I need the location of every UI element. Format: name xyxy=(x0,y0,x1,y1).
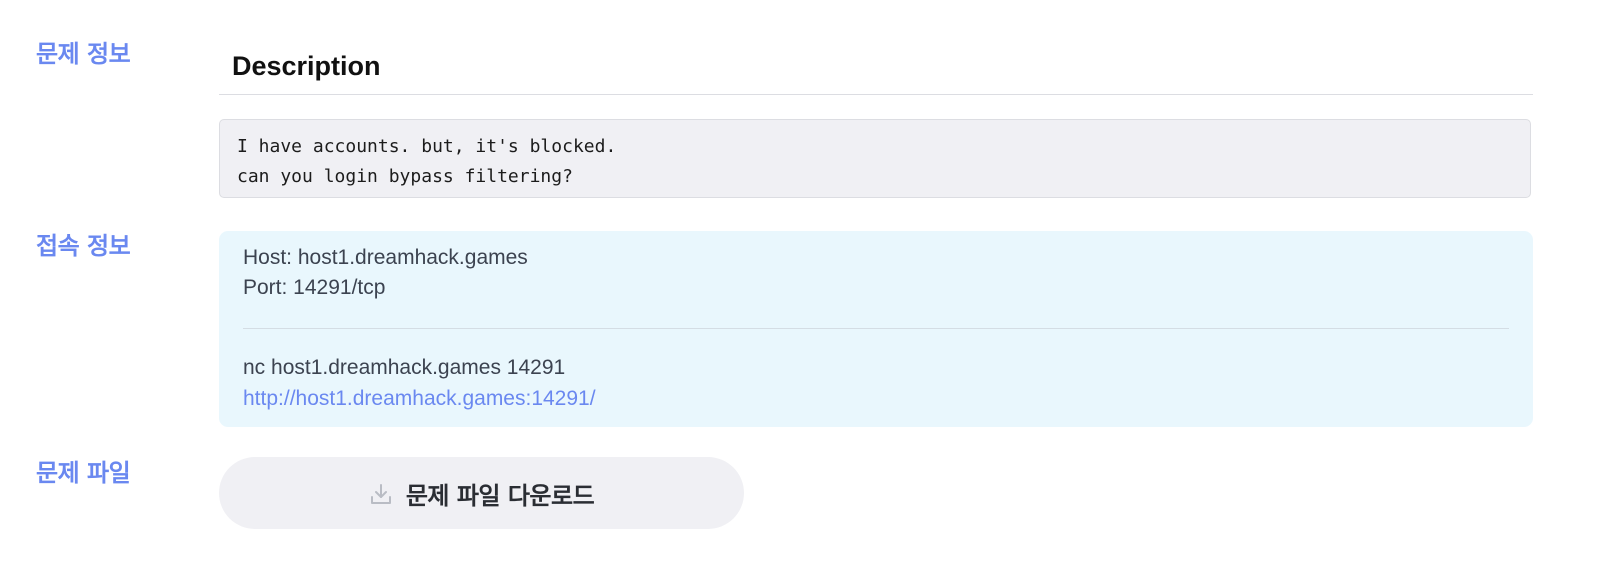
problem-info-label: 문제 정보 xyxy=(36,40,131,68)
connection-divider xyxy=(243,328,1509,329)
description-line: I have accounts. but, it's blocked. xyxy=(237,136,617,157)
description-line: can you login bypass filtering? xyxy=(237,166,573,187)
download-button-label: 문제 파일 다운로드 xyxy=(405,481,595,510)
connection-host: Host: host1.dreamhack.games xyxy=(243,246,528,269)
netcat-command: nc host1.dreamhack.games 14291 xyxy=(243,356,566,379)
download-file-button[interactable]: 문제 파일 다운로드 xyxy=(219,457,744,529)
description-heading: Description xyxy=(232,51,381,81)
connection-port: Port: 14291/tcp xyxy=(243,276,386,299)
connection-url-link[interactable]: http://host1.dreamhack.games:14291/ xyxy=(243,387,596,411)
description-header: Description xyxy=(219,44,1533,95)
description-code-block: I have accounts. but, it's blocked. can … xyxy=(219,119,1531,198)
download-icon xyxy=(369,482,393,506)
connection-info-box: Host: host1.dreamhack.games Port: 14291/… xyxy=(219,231,1533,427)
problem-file-label: 문제 파일 xyxy=(36,459,131,487)
connection-info-label: 접속 정보 xyxy=(36,232,131,260)
